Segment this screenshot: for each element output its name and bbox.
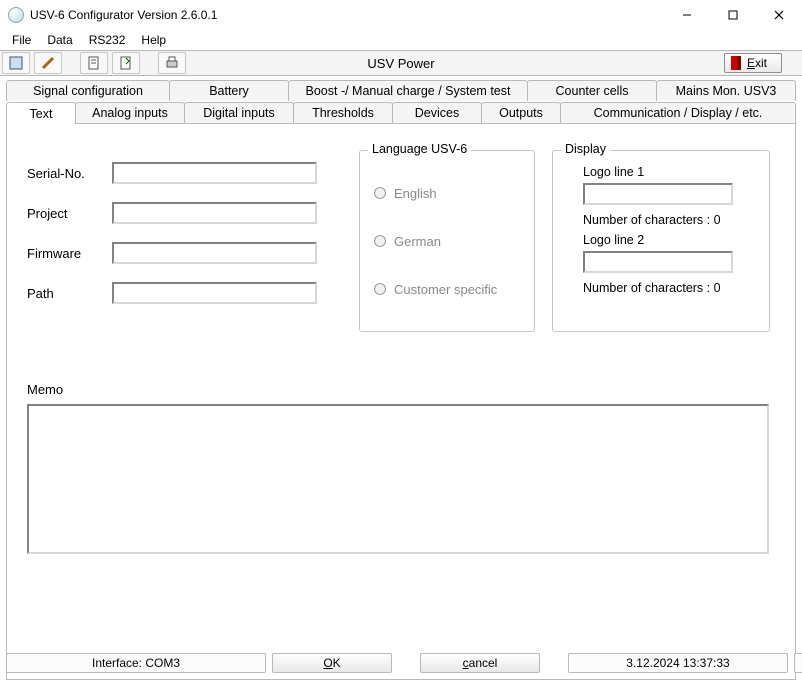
tab-signal-configuration[interactable]: Signal configuration: [6, 80, 170, 101]
display-legend: Display: [561, 142, 610, 156]
status-grip: [794, 653, 802, 673]
radio-icon: [374, 235, 386, 247]
app-icon: [8, 7, 24, 23]
language-legend: Language USV-6: [368, 142, 471, 156]
language-english-label: English: [394, 186, 437, 201]
tabs-row-2: Text Analog inputs Digital inputs Thresh…: [0, 101, 802, 123]
serial-label: Serial-No.: [27, 166, 112, 181]
logo-line-1-input[interactable]: [583, 183, 733, 205]
project-label: Project: [27, 206, 112, 221]
toolbar-title: USV Power: [367, 56, 434, 71]
tab-devices[interactable]: Devices: [392, 102, 482, 123]
logo-line-1-label: Logo line 1: [583, 165, 753, 179]
tab-boost-manual-charge[interactable]: Boost -/ Manual charge / System test: [288, 80, 528, 101]
menu-help[interactable]: Help: [133, 31, 174, 49]
tab-communication-display[interactable]: Communication / Display / etc.: [560, 102, 796, 123]
tab-analog-inputs[interactable]: Analog inputs: [75, 102, 185, 123]
menu-file[interactable]: File: [4, 31, 39, 49]
print-icon[interactable]: [158, 52, 186, 74]
language-german-label: German: [394, 234, 441, 249]
statusbar: Interface: COM3 OK cancel 3.12.2024 13:3…: [0, 651, 802, 677]
exit-button[interactable]: Exit: [724, 53, 782, 73]
firmware-label: Firmware: [27, 246, 112, 261]
language-customer-radio[interactable]: Customer specific: [374, 282, 534, 297]
language-english-radio[interactable]: English: [374, 186, 534, 201]
toolbar: USV Power Exit: [0, 50, 802, 76]
cancel-button[interactable]: cancel: [420, 653, 540, 673]
language-customer-label: Customer specific: [394, 282, 497, 297]
logo-line-2-label: Logo line 2: [583, 233, 753, 247]
text-fields: Serial-No. Project Firmware Path: [27, 162, 327, 322]
language-group: Language USV-6 English German Customer s…: [359, 150, 535, 332]
minimize-button[interactable]: [664, 0, 710, 30]
close-button[interactable]: [756, 0, 802, 30]
status-datetime: 3.12.2024 13:37:33: [568, 653, 788, 673]
path-input[interactable]: [112, 282, 317, 304]
tab-counter-cells[interactable]: Counter cells: [527, 80, 657, 101]
tab-thresholds[interactable]: Thresholds: [293, 102, 393, 123]
tab-outputs[interactable]: Outputs: [481, 102, 561, 123]
exit-label: xit: [755, 56, 767, 70]
tab-digital-inputs[interactable]: Digital inputs: [184, 102, 294, 123]
logo-line-2-input[interactable]: [583, 251, 733, 273]
logo-line-1-chars: Number of characters : 0: [583, 213, 753, 227]
titlebar: USV-6 Configurator Version 2.6.0.1: [0, 0, 802, 30]
tab-battery[interactable]: Battery: [169, 80, 289, 101]
memo-textarea[interactable]: [27, 404, 769, 554]
window-controls: [664, 0, 802, 30]
menu-rs232[interactable]: RS232: [81, 31, 134, 49]
tab-text[interactable]: Text: [6, 102, 76, 124]
save-icon[interactable]: [112, 52, 140, 74]
display-group: Display Logo line 1 Number of characters…: [552, 150, 770, 332]
open-icon[interactable]: [80, 52, 108, 74]
radio-icon: [374, 187, 386, 199]
memo-label: Memo: [27, 382, 63, 397]
edit-icon[interactable]: [34, 52, 62, 74]
maximize-button[interactable]: [710, 0, 756, 30]
logo-line-2-chars: Number of characters : 0: [583, 281, 753, 295]
tab-mains-mon[interactable]: Mains Mon. USV3: [656, 80, 796, 101]
path-label: Path: [27, 286, 112, 301]
language-german-radio[interactable]: German: [374, 234, 534, 249]
content-panel: Serial-No. Project Firmware Path Languag…: [6, 123, 796, 680]
radio-icon: [374, 283, 386, 295]
new-icon[interactable]: [2, 52, 30, 74]
project-input[interactable]: [112, 202, 317, 224]
firmware-input[interactable]: [112, 242, 317, 264]
ok-button[interactable]: OK: [272, 653, 392, 673]
serial-input[interactable]: [112, 162, 317, 184]
tabs-row-1: Signal configuration Battery Boost -/ Ma…: [0, 80, 802, 101]
menubar: File Data RS232 Help: [0, 30, 802, 50]
status-interface: Interface: COM3: [6, 653, 266, 673]
exit-icon: [731, 56, 741, 70]
window-title: USV-6 Configurator Version 2.6.0.1: [30, 8, 217, 22]
menu-data[interactable]: Data: [39, 31, 80, 49]
